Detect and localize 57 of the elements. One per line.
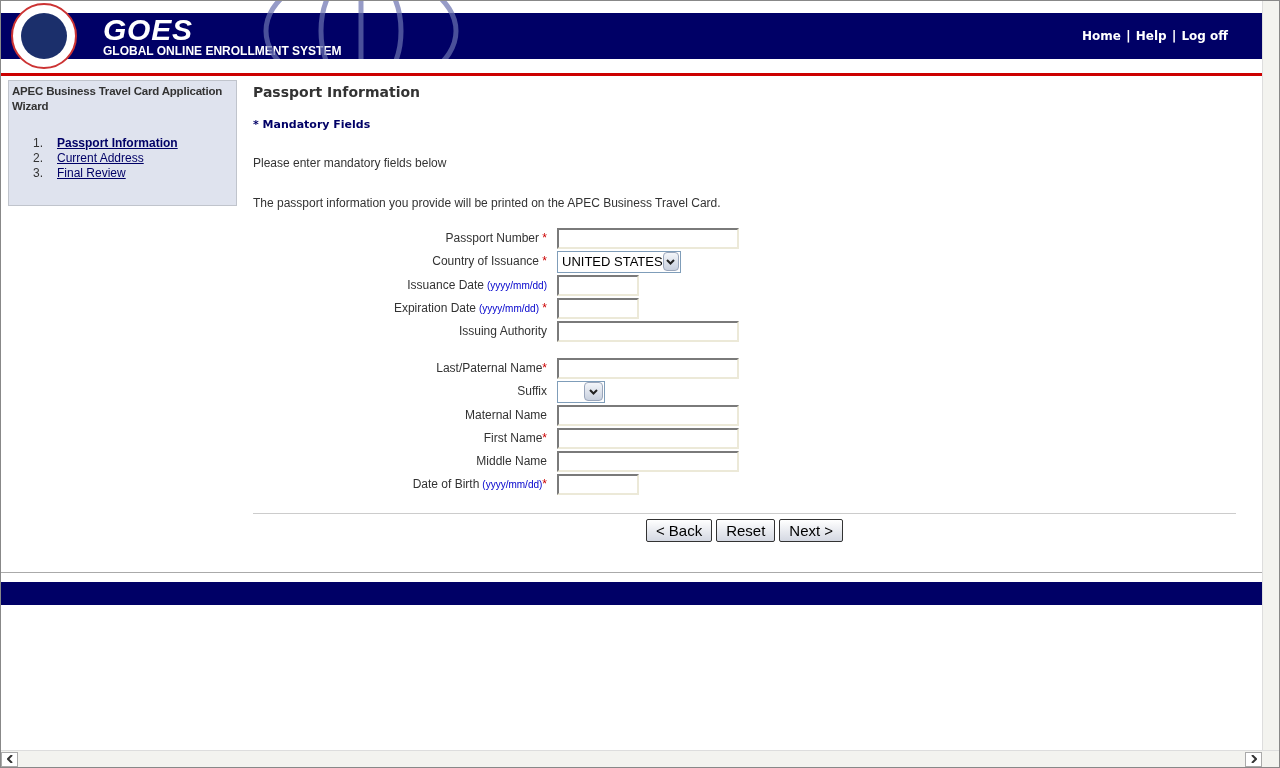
step-link[interactable]: Passport Information (57, 136, 178, 151)
field-label: Maternal Name (464, 406, 547, 424)
horizontal-scrollbar[interactable] (1, 750, 1279, 767)
input-field[interactable] (557, 320, 739, 342)
field-label: Suffix (517, 382, 547, 400)
field-label: Middle Name (476, 452, 547, 470)
scroll-right-icon[interactable] (1245, 751, 1262, 767)
required-mark: * (541, 299, 547, 317)
input-field[interactable] (557, 297, 639, 319)
field-label: Last/Paternal Name (436, 359, 543, 377)
dropdown[interactable]: UNITED STATES (557, 250, 681, 273)
page-title: Passport Information (253, 83, 421, 102)
vertical-scrollbar[interactable] (1262, 1, 1279, 750)
caret-icon[interactable] (662, 252, 679, 271)
required-mark: * (542, 359, 547, 377)
required-mark: * (542, 475, 547, 493)
header-link[interactable]: Log off (1181, 27, 1228, 45)
input-field[interactable] (557, 473, 639, 495)
link-separator: | (1126, 27, 1131, 46)
scroll-left-icon[interactable] (1, 751, 18, 767)
form-button[interactable]: Reset (716, 518, 776, 542)
format-hint: (yyyy/mm/dd) (482, 477, 543, 492)
instruction-text: Please enter mandatory fields below (253, 154, 448, 172)
input-field[interactable] (557, 357, 739, 379)
step-number: 1. (33, 136, 44, 151)
form-button[interactable]: Next > (779, 518, 844, 542)
step-number: 2. (33, 151, 44, 166)
form-button[interactable]: < Back (645, 518, 713, 542)
step-number: 3. (33, 166, 44, 181)
field-label: Issuance Date (407, 276, 484, 294)
field-label: Passport Number (445, 229, 539, 247)
format-hint: (yyyy/mm/dd) (479, 301, 539, 316)
field-label: Issuing Authority (458, 322, 547, 340)
required-mark: * (541, 229, 547, 247)
format-hint: (yyyy/mm/dd) (487, 278, 547, 293)
header-link[interactable]: Home (1082, 27, 1121, 45)
input-field[interactable] (557, 227, 739, 249)
step-link[interactable]: Current Address (57, 151, 144, 166)
required-mark: * (542, 429, 547, 447)
required-mark: * (541, 252, 547, 270)
input-field[interactable] (557, 450, 739, 472)
input-field[interactable] (557, 404, 739, 426)
mandatory-note: * Mandatory Fields (253, 117, 372, 133)
input-field[interactable] (557, 274, 639, 296)
field-label: Expiration Date (393, 299, 476, 317)
sidebar-title: APEC Business Travel Card Application Wizard (12, 84, 224, 114)
logo-text: GOES (103, 14, 193, 45)
logo-subtitle: GLOBAL ONLINE ENROLLMENT SYSTEM (103, 44, 342, 58)
input-field[interactable] (557, 427, 739, 449)
link-separator: | (1171, 27, 1177, 46)
field-label: Country of Issuance (432, 252, 539, 270)
field-label: Date of Birth (412, 475, 480, 493)
step-link[interactable]: Final Review (57, 166, 126, 181)
field-label: First Name (483, 429, 543, 447)
info-text: The passport information you provide will be printed on the APEC Business Travel Card. (253, 194, 722, 212)
header-link[interactable]: Help (1135, 27, 1167, 45)
caret-icon[interactable] (584, 382, 603, 401)
